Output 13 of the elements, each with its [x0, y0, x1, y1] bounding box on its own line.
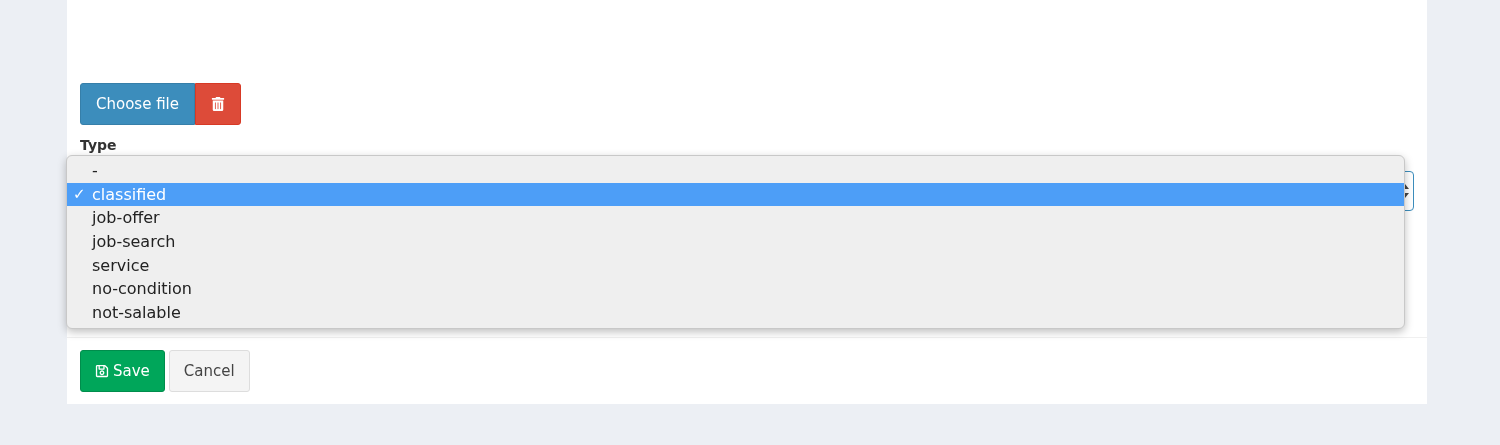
check-mark: ✓: [73, 185, 86, 204]
cancel-button[interactable]: Cancel: [168, 350, 250, 392]
dropdown-option[interactable]: not-salable: [67, 300, 1404, 325]
trash-icon: [211, 97, 225, 111]
dropdown-option[interactable]: service: [67, 253, 1404, 277]
dropdown-option[interactable]: no-condition: [67, 276, 1404, 301]
dropdown-option[interactable]: -: [67, 159, 1404, 183]
choose-file-button[interactable]: Choose file: [80, 83, 195, 125]
dropdown-option[interactable]: job-offer: [67, 206, 1404, 230]
floppy-icon: [95, 364, 109, 378]
delete-button[interactable]: [195, 83, 241, 125]
dropdown-option[interactable]: job-search: [67, 229, 1404, 254]
type-label: Type: [80, 137, 118, 153]
